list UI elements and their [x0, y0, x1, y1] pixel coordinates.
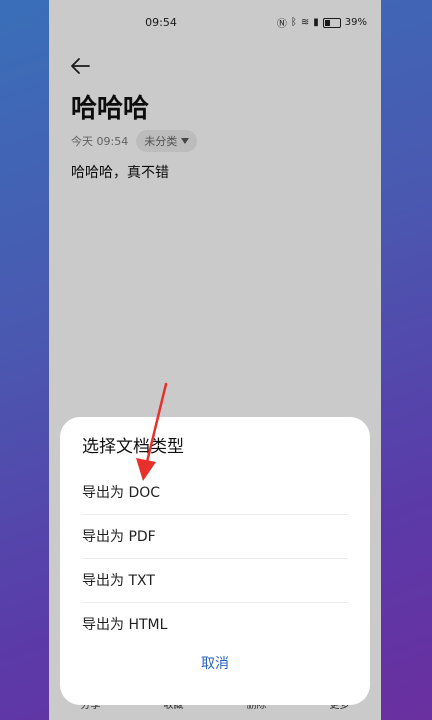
export-pdf-option[interactable]: 导出为 PDF [82, 514, 348, 559]
phone-screen: 09:54 Ⓝ ᛒ ≋ ▮ 39% 哈哈哈 今天 09:54 未分类 哈哈哈，真… [49, 0, 381, 720]
export-doc-option[interactable]: 导出为 DOC [82, 470, 348, 515]
export-txt-option[interactable]: 导出为 TXT [82, 558, 348, 603]
sheet-title: 选择文档类型 [82, 437, 184, 457]
export-type-sheet: 选择文档类型 导出为 DOC 导出为 PDF 导出为 TXT 导出为 HTML … [60, 417, 370, 705]
cancel-button[interactable]: 取消 [60, 653, 370, 673]
export-html-option[interactable]: 导出为 HTML [82, 602, 348, 646]
